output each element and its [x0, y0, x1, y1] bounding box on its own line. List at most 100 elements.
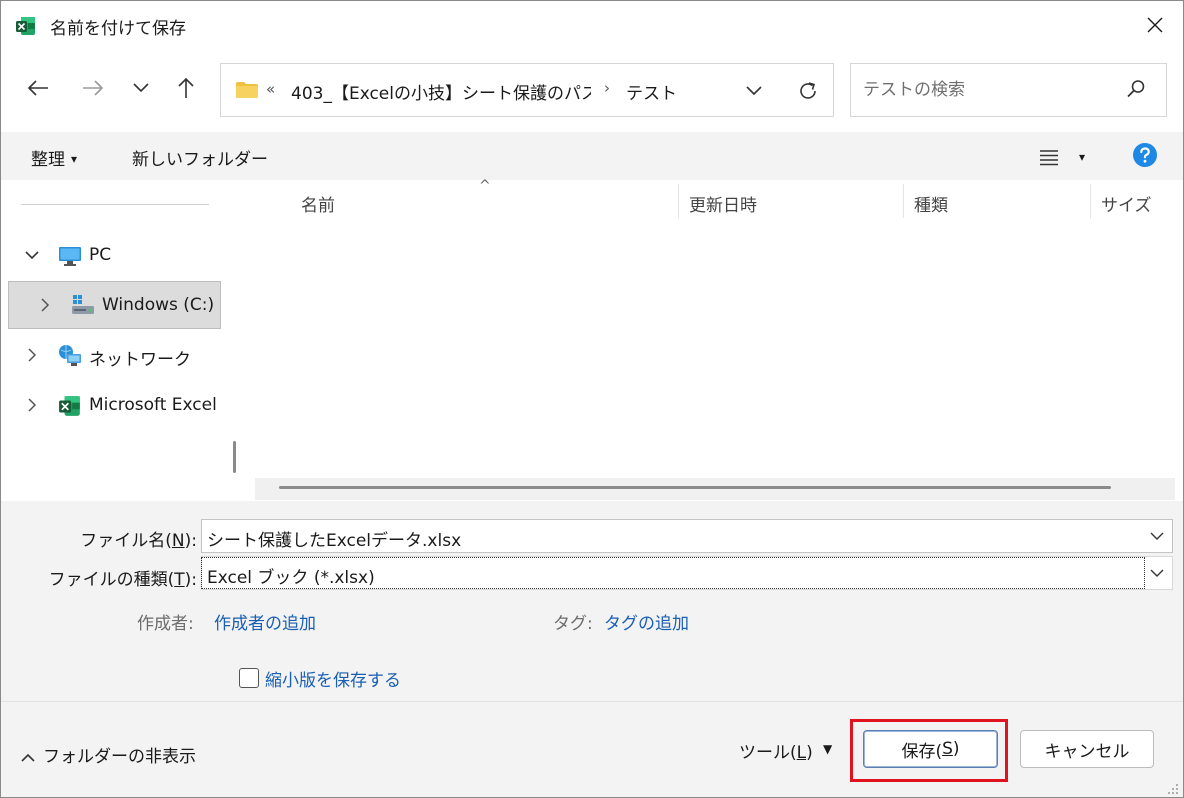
hide-folders-button[interactable]: フォルダーの非表示: [21, 742, 196, 767]
focus-rectangle: [201, 557, 1145, 589]
collapse-chevron-icon[interactable]: [23, 396, 41, 414]
command-bar: 整理 ▾ 新しいフォルダー ▾: [1, 132, 1183, 180]
hide-folders-label: フォルダーの非表示: [43, 747, 196, 767]
column-header-date-modified[interactable]: 更新日時: [689, 191, 757, 216]
navigation-bar: « 403_【Excelの小技】シート保護のパスワ... › テスト: [1, 49, 1183, 132]
tools-dropdown-arrow[interactable]: ▼: [823, 742, 832, 756]
help-icon[interactable]: [1132, 142, 1158, 168]
filetype-label-end: ):: [184, 570, 197, 590]
drive-icon: [72, 295, 94, 314]
tree-label-microsoft-excel: Microsoft Excel: [89, 395, 217, 415]
tree-item-microsoft-excel[interactable]: Microsoft Excel: [1, 382, 221, 430]
resize-grip-icon[interactable]: [1165, 781, 1179, 795]
refresh-icon: [800, 82, 816, 99]
chevron-down-icon: [746, 86, 762, 96]
organize-dropdown-arrow: ▾: [71, 152, 78, 166]
add-author-link[interactable]: 作成者の追加: [214, 609, 316, 634]
address-bar[interactable]: « 403_【Excelの小技】シート保護のパスワ... › テスト: [220, 63, 834, 117]
save-label: 保存(: [901, 741, 943, 762]
forward-button[interactable]: [77, 72, 109, 104]
tree-item-windows-c[interactable]: Windows (C:): [8, 281, 221, 329]
filetype-accesskey: T: [174, 570, 185, 590]
column-separator[interactable]: [678, 184, 679, 218]
chevron-down-icon[interactable]: [1148, 564, 1166, 582]
expand-chevron-icon[interactable]: [23, 246, 41, 264]
chevron-down-icon: [133, 83, 149, 93]
save-as-dialog: 名前を付けて保存 « 403_【Excelの小技】シート保護のパ › テスト テ…: [0, 0, 1184, 798]
filename-label-text: ファイル名(: [80, 531, 172, 551]
column-header-type[interactable]: 種類: [914, 191, 948, 216]
search-input[interactable]: [863, 77, 1113, 103]
arrow-left-icon: [27, 80, 48, 96]
column-separator[interactable]: [903, 184, 904, 218]
close-icon: [1147, 17, 1163, 33]
save-accesskey: S: [942, 739, 953, 759]
column-separator[interactable]: [1090, 184, 1091, 218]
horizontal-scrollbar[interactable]: [255, 478, 1175, 500]
tools-button[interactable]: ツール(L): [739, 738, 813, 763]
folder-icon: [236, 82, 258, 98]
tree-label-windows-c: Windows (C:): [102, 295, 215, 315]
column-header-name[interactable]: 名前: [301, 191, 335, 216]
arrow-up-icon: [178, 77, 194, 98]
search-icon[interactable]: [1126, 79, 1146, 99]
chevron-up-icon: [21, 753, 35, 762]
title-bar: 名前を付けて保存: [1, 1, 1183, 49]
arrow-right-icon: [83, 80, 104, 96]
address-segment-parent[interactable]: 403_【Excelの小技】シート保護のパスワ...: [291, 79, 591, 104]
recent-locations-button[interactable]: [125, 72, 157, 104]
tree-item-pc[interactable]: PC: [1, 232, 221, 280]
save-thumbnail-checkbox[interactable]: [239, 668, 259, 688]
nav-divider: [21, 204, 209, 205]
tree-item-network[interactable]: ネットワーク: [1, 332, 221, 380]
network-icon: [59, 345, 81, 366]
save-button[interactable]: 保存(S): [863, 730, 998, 768]
window-title: 名前を付けて保存: [50, 19, 186, 39]
filename-value[interactable]: シート保護したExcelデータ.xlsx: [207, 526, 461, 551]
filename-label-end: ):: [184, 531, 197, 551]
column-header-size[interactable]: サイズ: [1101, 191, 1152, 216]
list-view-icon[interactable]: [1037, 145, 1061, 169]
address-separator[interactable]: ›: [604, 79, 610, 97]
sort-indicator-icon: ^: [479, 178, 491, 194]
filetype-label: ファイルの種類(T):: [41, 565, 197, 590]
tags-label: タグ:: [553, 614, 593, 634]
close-button[interactable]: [1139, 9, 1171, 41]
excel-icon: [59, 396, 80, 416]
file-list-pane: ^ 名前 更新日時 種類 サイズ: [249, 178, 1183, 501]
organize-label: 整理: [31, 150, 65, 170]
add-tags-link[interactable]: タグの追加: [604, 609, 689, 634]
view-options-dropdown[interactable]: ▾: [1072, 145, 1092, 169]
collapse-chevron-icon[interactable]: [23, 346, 41, 364]
organize-button[interactable]: 整理 ▾: [31, 145, 77, 170]
navigation-pane: PC Windows (C:) ネットワーク Microsoft Excel: [1, 180, 249, 501]
pc-monitor-icon: [59, 247, 81, 266]
author-label: 作成者:: [137, 614, 194, 634]
address-segment-current[interactable]: テスト: [626, 79, 677, 104]
chevron-down-icon[interactable]: [1148, 527, 1166, 545]
filename-accesskey: N: [171, 531, 185, 551]
search-box[interactable]: [850, 63, 1167, 117]
address-overflow[interactable]: «: [266, 80, 275, 98]
tools-label-end: ): [806, 743, 813, 763]
up-button[interactable]: [170, 72, 202, 104]
tools-accesskey: L: [796, 743, 807, 763]
tree-label-network: ネットワーク: [89, 350, 191, 370]
back-button[interactable]: [22, 72, 54, 104]
nav-pane-scrollbar[interactable]: [233, 441, 236, 473]
filename-label: ファイル名(N):: [61, 526, 197, 551]
refresh-button[interactable]: [793, 76, 823, 106]
cancel-button[interactable]: キャンセル: [1020, 730, 1154, 768]
collapse-chevron-icon[interactable]: [36, 296, 54, 314]
address-dropdown-button[interactable]: [741, 78, 767, 104]
filetype-label-text: ファイルの種類(: [48, 570, 175, 590]
horizontal-scrollbar-thumb[interactable]: [279, 486, 1111, 489]
dialog-footer: フォルダーの非表示 ツール(L) ▼ 保存(S) キャンセル: [1, 701, 1183, 797]
tools-label: ツール(: [739, 743, 797, 763]
new-folder-button[interactable]: 新しいフォルダー: [132, 145, 268, 170]
tree-label-pc: PC: [89, 245, 112, 265]
save-thumbnail-label[interactable]: 縮小版を保存する: [265, 666, 401, 691]
excel-icon: [16, 17, 35, 35]
filename-field[interactable]: シート保護したExcelデータ.xlsx: [201, 519, 1173, 553]
save-label-end: ): [952, 739, 960, 759]
